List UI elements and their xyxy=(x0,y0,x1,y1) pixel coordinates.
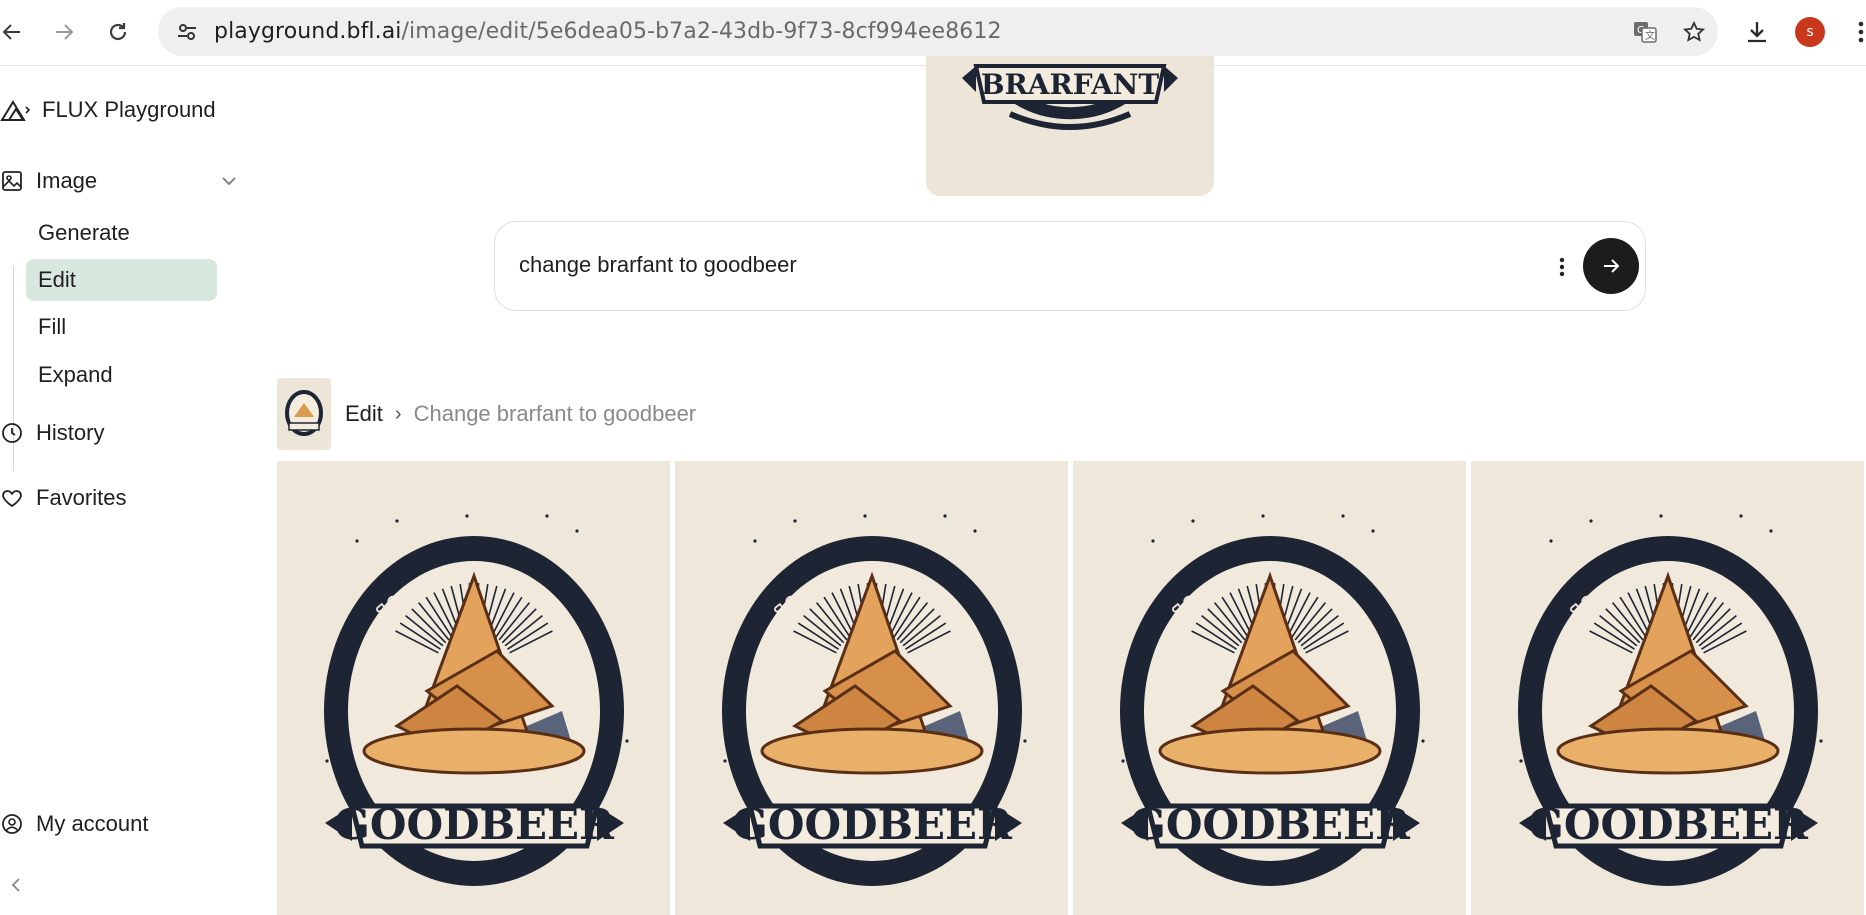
arrow-right-icon xyxy=(1604,259,1620,273)
breadcrumb-prompt: Change brarfant to goodbeer xyxy=(413,401,697,426)
chevron-left-icon xyxy=(11,878,20,892)
submit-button[interactable] xyxy=(1583,238,1639,294)
url-path: /image/edit/5e6dea05-b7a2-43db-9f73-8cf9… xyxy=(401,19,1002,44)
sidebar-item-label: My account xyxy=(36,811,149,836)
reload-icon xyxy=(109,23,127,41)
chevron-right-icon: › xyxy=(394,402,402,425)
result-header: Edit › Change brarfant to goodbeer xyxy=(277,378,696,450)
collapse-sidebar-button[interactable] xyxy=(6,872,26,898)
sidebar-item-generate[interactable]: Generate xyxy=(26,212,217,254)
goodbeer-logo-text: GOODBEER xyxy=(1130,800,1411,849)
bookmark-button[interactable] xyxy=(1679,17,1709,47)
url-host: playground.bfl.ai xyxy=(214,19,402,44)
reload-button[interactable] xyxy=(100,14,136,50)
sidebar-item-edit[interactable]: Edit xyxy=(26,259,217,301)
account-icon xyxy=(2,814,22,834)
prompt-options-button[interactable] xyxy=(1547,250,1577,284)
result-image-4[interactable]: ᗺᗩᗩMEᑎEEᗩEᗷ GOODBEER xyxy=(1471,461,1864,915)
sidebar-item-history[interactable]: History xyxy=(0,415,104,451)
clock-icon xyxy=(2,423,22,443)
star-icon xyxy=(1682,20,1706,42)
goodbeer-logo-image: ᗺᗩᗩMEᑎEEᗩEᗷ GOODBEER xyxy=(1120,514,1425,886)
browser-menu-button[interactable] xyxy=(1846,17,1866,47)
translate-button[interactable]: G文 xyxy=(1630,17,1660,47)
url-text: playground.bfl.ai/image/edit/5e6dea05-b7… xyxy=(214,19,1002,44)
chevron-down-icon xyxy=(222,177,236,186)
tune-icon xyxy=(178,24,196,40)
prompt-bar: change brarfant to goodbeer xyxy=(494,221,1646,311)
download-button[interactable] xyxy=(1742,17,1772,47)
image-section-toggle[interactable] xyxy=(218,170,240,192)
prompt-input[interactable]: change brarfant to goodbeer xyxy=(519,252,797,278)
breadcrumb-mode: Edit xyxy=(345,401,383,426)
download-icon xyxy=(1748,22,1766,43)
goodbeer-logo-image: ᗺᗩᗩMEᑎEEᗩEᗷ GOODBEER xyxy=(1518,514,1823,886)
sidebar-item-label: Image xyxy=(36,168,98,193)
profile-avatar[interactable]: s xyxy=(1795,17,1825,47)
goodbeer-logo-image: ᗺᗩᗩMEᑎEEᗩEᗷ GOODBEER xyxy=(324,514,629,886)
translate-icon: G文 xyxy=(1634,22,1657,43)
sidebar-item-fill[interactable]: Fill xyxy=(26,306,217,348)
forward-button[interactable] xyxy=(46,14,82,50)
svg-text:文: 文 xyxy=(1645,29,1655,42)
thumbnail-image xyxy=(285,390,323,436)
back-button[interactable] xyxy=(0,14,30,50)
sidebar-item-expand[interactable]: Expand xyxy=(26,354,217,396)
result-image-3[interactable]: ᗺᗩᗩMEᑎEEᗩEᗷ GOODBEER xyxy=(1073,461,1466,915)
site-info-button[interactable] xyxy=(170,15,204,49)
result-image-1[interactable]: ᗺᗩᗩMEᑎEEᗩEᗷ GOODBEER xyxy=(277,461,670,915)
result-image-2[interactable]: ᗺᗩᗩMEᑎEEᗩEᗷ GOODBEER xyxy=(675,461,1068,915)
sidebar-item-label: History xyxy=(36,420,105,445)
sidebar-item-my-account[interactable]: My account xyxy=(0,806,149,842)
brand[interactable]: FLUX Playground xyxy=(0,92,216,128)
goodbeer-logo-text: GOODBEER xyxy=(334,800,615,849)
heart-icon xyxy=(2,490,22,508)
sidebar: FLUX Playground Image Generate Edit Fill… xyxy=(0,66,250,915)
arrow-right-icon xyxy=(56,24,74,40)
source-thumbnail[interactable] xyxy=(277,378,331,450)
source-image-preview[interactable]: BRARFANT xyxy=(926,56,1214,196)
address-bar[interactable]: playground.bfl.ai/image/edit/5e6dea05-b7… xyxy=(158,7,1718,56)
flux-logo-icon xyxy=(0,100,31,121)
arrow-left-icon xyxy=(2,24,20,40)
image-icon xyxy=(2,171,22,191)
source-logo-text: BRARFANT xyxy=(981,68,1159,101)
main-content: BRARFANT change brarfant to goodbeer Edi… xyxy=(250,56,1866,915)
goodbeer-logo-text: GOODBEER xyxy=(732,800,1013,849)
sidebar-item-label: Favorites xyxy=(36,485,127,510)
source-logo-image: BRARFANT xyxy=(962,64,1178,130)
sidebar-item-image[interactable]: Image xyxy=(0,163,97,199)
goodbeer-logo-text: GOODBEER xyxy=(1528,800,1809,849)
sidebar-item-favorites[interactable]: Favorites xyxy=(0,480,126,516)
more-vert-icon xyxy=(1559,257,1565,277)
result-grid: ᗺᗩᗩMEᑎEEᗩEᗷ GOODBEER ᗺᗩᗩMEᑎEEᗩEᗷ GOODBEE… xyxy=(277,461,1866,915)
brand-label: FLUX Playground xyxy=(42,97,216,122)
more-vert-icon xyxy=(1858,21,1864,43)
goodbeer-logo-image: ᗺᗩᗩMEᑎEEᗩEᗷ GOODBEER xyxy=(722,514,1027,886)
